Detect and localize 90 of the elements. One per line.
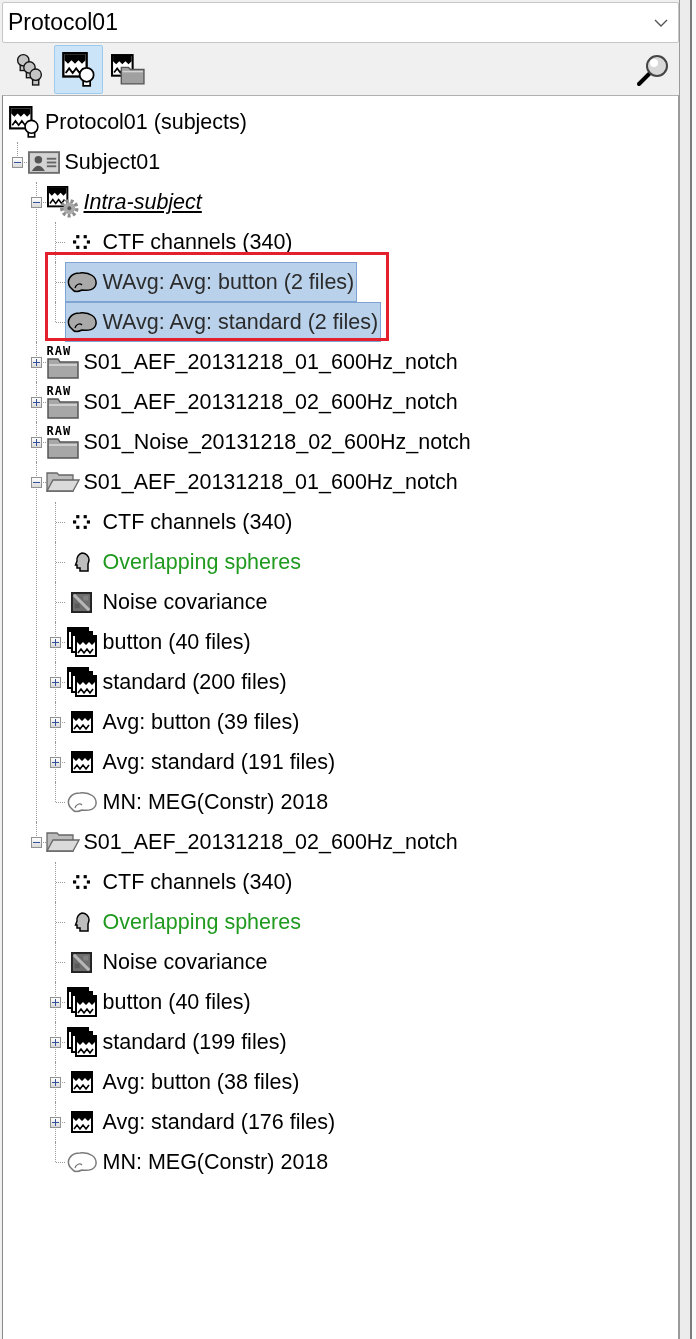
tree-item[interactable]: S01_AEF_20131218_01_600Hz_notch: [45, 462, 461, 502]
dots-icon: [73, 515, 90, 529]
brain-outline-icon: [65, 1151, 98, 1173]
open-folder-icon: [45, 831, 80, 853]
view-button[interactable]: [54, 45, 103, 94]
tree-item[interactable]: WAvg: Avg: standard (2 files): [64, 302, 382, 342]
raw-label: RAW: [46, 345, 72, 357]
tree-item[interactable]: CTF channels (340): [64, 502, 296, 542]
tree-item[interactable]: Overlapping spheres: [64, 542, 304, 582]
tree-item[interactable]: Avg: standard (191 files): [64, 742, 339, 782]
person-card-icon: [27, 150, 60, 174]
plus-icon: [32, 358, 40, 366]
tree-item[interactable]: standard (200 files): [64, 662, 290, 702]
protocol-dropdown[interactable]: Protocol01: [2, 2, 679, 43]
tree-item[interactable]: Overlapping spheres: [64, 902, 304, 942]
tree-item[interactable]: Noise covariance: [64, 942, 271, 982]
tree-item[interactable]: CTF channels (340): [64, 222, 296, 262]
expand-toggle[interactable]: [49, 716, 61, 728]
sheet-head-icon: [62, 52, 95, 87]
expand-toggle[interactable]: [49, 996, 61, 1008]
folder-icon: [46, 356, 79, 379]
plus-icon: [51, 1078, 59, 1086]
stacked-sheets-icon: [66, 627, 97, 657]
tree-item[interactable]: WAvg: Avg: button (2 files): [64, 262, 358, 302]
sheet-wave-icon: [70, 751, 93, 773]
plus-icon: [51, 758, 59, 766]
sheet-folder-icon: [110, 54, 145, 85]
folder-icon: [46, 436, 79, 459]
expand-toggle[interactable]: [49, 756, 61, 768]
raw-label: RAW: [46, 425, 72, 437]
expand-toggle[interactable]: [49, 1116, 61, 1128]
dots-icon: [73, 875, 90, 889]
collapse-toggle[interactable]: [30, 476, 42, 488]
dots-icon: [73, 235, 90, 249]
stacked-sheets-icon: [66, 667, 97, 697]
plus-icon: [51, 1038, 59, 1046]
stacked-sheets-icon: [66, 1027, 97, 1057]
plus-icon: [32, 438, 40, 446]
tree-item[interactable]: Avg: button (38 files): [64, 1062, 303, 1102]
head-icon: [73, 912, 90, 932]
tree-item[interactable]: button (40 files): [64, 982, 254, 1022]
tree-item[interactable]: Protocol01 (subjects): [7, 102, 250, 142]
expand-toggle[interactable]: [30, 396, 42, 408]
brain-icon: [65, 311, 98, 333]
tree-item[interactable]: Subject01: [26, 142, 164, 182]
plus-icon: [51, 1118, 59, 1126]
brain-icon: [65, 271, 98, 293]
head-icon: [73, 552, 90, 572]
matrix-icon: [71, 591, 92, 613]
brain-outline-icon: [65, 791, 98, 813]
tree-item[interactable]: Noise covariance: [64, 582, 271, 622]
plus-icon: [51, 718, 59, 726]
raw-label: RAW: [46, 385, 72, 397]
tree-item[interactable]: standard (199 files): [64, 1022, 290, 1062]
collapse-toggle[interactable]: [30, 196, 42, 208]
folder-icon: [46, 396, 79, 419]
plus-icon: [51, 998, 59, 1006]
heads-icon: [15, 53, 44, 86]
tree-item[interactable]: RAW S01_AEF_20131218_02_600Hz_notch: [45, 382, 461, 422]
tree-item[interactable]: S01_AEF_20131218_02_600Hz_notch: [45, 822, 461, 862]
collapse-toggle[interactable]: [11, 156, 23, 168]
tree-item[interactable]: RAW S01_Noise_20131218_02_600Hz_notch: [45, 422, 474, 462]
tree-item[interactable]: MN: MEG(Constr) 2018: [64, 782, 332, 822]
collapse-toggle[interactable]: [30, 836, 42, 848]
tree-item[interactable]: CTF channels (340): [64, 862, 296, 902]
tree-item[interactable]: Avg: standard (176 files): [64, 1102, 339, 1142]
tree-item[interactable]: Avg: button (39 files): [64, 702, 303, 742]
search-icon: [635, 52, 670, 87]
stacked-sheets-icon: [66, 987, 97, 1017]
expand-toggle[interactable]: [49, 1076, 61, 1088]
expand-toggle[interactable]: [49, 676, 61, 688]
plus-icon: [32, 398, 40, 406]
expand-toggle[interactable]: [49, 636, 61, 648]
sheet-wave-icon: [70, 1111, 93, 1133]
plus-icon: [51, 638, 59, 646]
expand-toggle[interactable]: [30, 356, 42, 368]
plus-icon: [51, 678, 59, 686]
sheet-gear-icon: [46, 186, 79, 218]
tree-item[interactable]: Intra-subject: [45, 182, 205, 222]
tree-item[interactable]: button (40 files): [64, 622, 254, 662]
chevron-down-icon: [654, 18, 668, 27]
tree-item[interactable]: MN: MEG(Constr) 2018: [64, 1142, 332, 1182]
sheet-head-icon: [9, 106, 39, 138]
sheet-wave-icon: [70, 1071, 93, 1093]
expand-toggle[interactable]: [49, 1036, 61, 1048]
sheet-wave-icon: [70, 711, 93, 733]
tree-item[interactable]: RAW S01_AEF_20131218_01_600Hz_notch: [45, 342, 461, 382]
expand-toggle[interactable]: [30, 436, 42, 448]
matrix-icon: [71, 951, 92, 973]
open-folder-icon: [45, 471, 80, 493]
